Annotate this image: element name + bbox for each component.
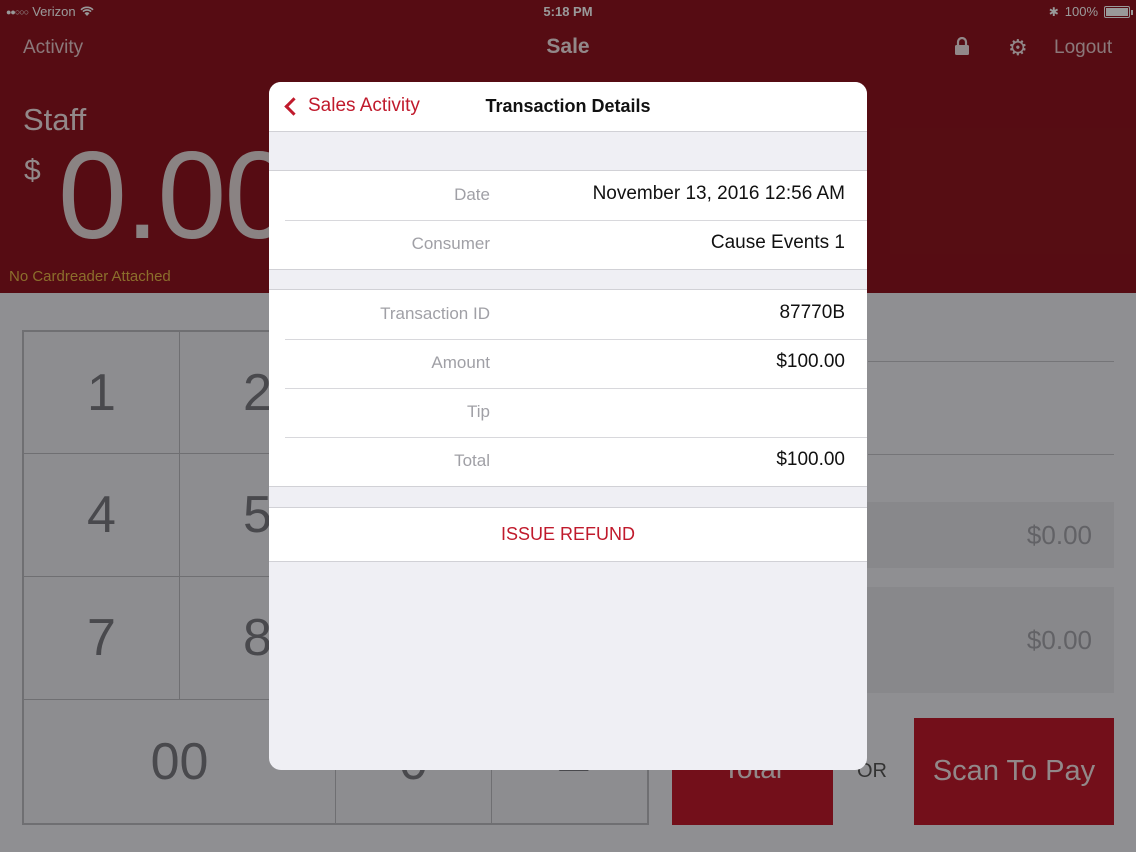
details-group-2: Transaction ID 87770B Amount $100.00 Tip… (269, 289, 867, 487)
detail-label: Total (454, 451, 490, 470)
detail-label: Consumer (411, 234, 490, 253)
modal-title: Transaction Details (485, 96, 651, 116)
detail-label: Amount (431, 353, 490, 372)
detail-row-tip: Tip (269, 388, 867, 437)
modal-nav-bar: Sales Activity Transaction Details (269, 82, 867, 132)
transaction-details-modal: Sales Activity Transaction Details Date … (269, 82, 867, 770)
detail-row-total: Total $100.00 (269, 437, 867, 486)
details-group-1: Date November 13, 2016 12:56 AM Consumer… (269, 170, 867, 270)
detail-value: 87770B (779, 302, 845, 323)
issue-refund-button[interactable]: ISSUE REFUND (269, 507, 867, 562)
detail-label: Transaction ID (380, 304, 490, 323)
detail-value: Cause Events 1 (710, 232, 845, 253)
detail-value: $100.00 (776, 351, 845, 372)
detail-row-amount: Amount $100.00 (269, 339, 867, 388)
detail-row-consumer: Consumer Cause Events 1 (269, 220, 867, 269)
detail-row-date: Date November 13, 2016 12:56 AM (269, 171, 867, 220)
detail-label: Date (454, 185, 490, 204)
detail-value: November 13, 2016 12:56 AM (592, 183, 845, 204)
detail-value: $100.00 (776, 449, 845, 470)
detail-row-transaction-id: Transaction ID 87770B (269, 290, 867, 339)
detail-label: Tip (467, 402, 490, 421)
